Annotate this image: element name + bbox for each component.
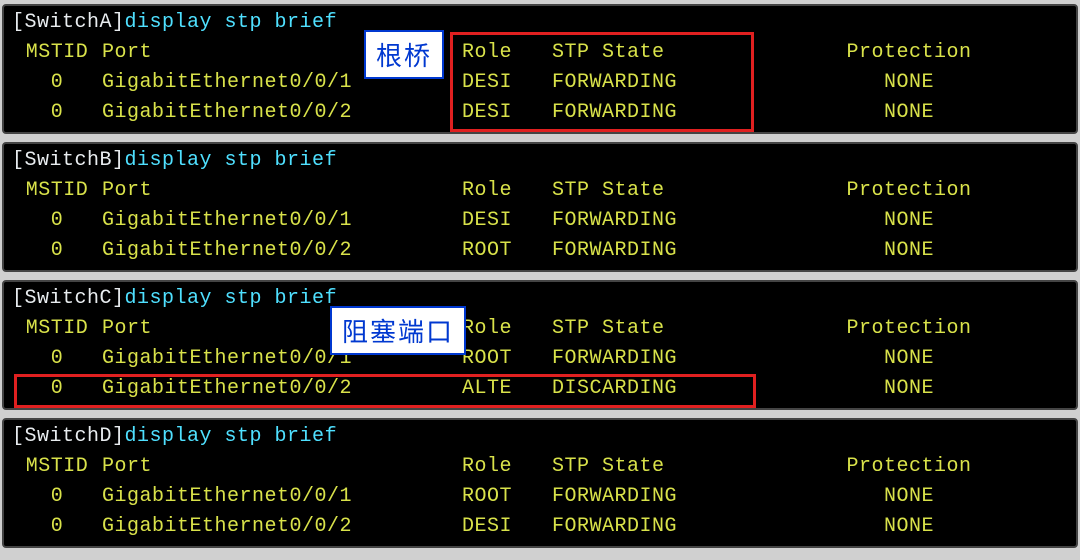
cell-protection: NONE [742, 236, 1076, 266]
cell-protection: NONE [742, 374, 1076, 404]
cell-port: GigabitEthernet0/0/2 [102, 374, 462, 404]
prompt: [SwitchC] [12, 287, 125, 310]
col-mstid: MSTID [12, 452, 102, 482]
command: display stp brief [125, 11, 338, 34]
cell-role: DESI [462, 68, 552, 98]
cell-protection: NONE [742, 68, 1076, 98]
cell-state: FORWARDING [552, 98, 742, 128]
cell-role: ROOT [462, 344, 552, 374]
cell-port: GigabitEthernet0/0/2 [102, 512, 462, 542]
col-stp-state: STP State [552, 176, 742, 206]
command: display stp brief [125, 425, 338, 448]
table-row: 0 GigabitEthernet0/0/2 ROOT FORWARDING N… [4, 236, 1076, 266]
cell-protection: NONE [742, 482, 1076, 512]
col-role: Role [462, 176, 552, 206]
cell-port: GigabitEthernet0/0/2 [102, 236, 462, 266]
table-row: 0 GigabitEthernet0/0/1 DESI FORWARDING N… [4, 68, 1076, 98]
table-row: 0 GigabitEthernet0/0/2 ALTE DISCARDING N… [4, 374, 1076, 404]
cell-mstid: 0 [12, 206, 102, 236]
col-role: Role [462, 38, 552, 68]
panel-switch-a: [SwitchA]display stp brief MSTID Port Ro… [2, 4, 1078, 134]
cell-mstid: 0 [12, 482, 102, 512]
col-protection: Protection [742, 452, 1076, 482]
prompt: [SwitchB] [12, 149, 125, 172]
col-protection: Protection [742, 38, 1076, 68]
panel-switch-c: [SwitchC]display stp brief MSTID Port Ro… [2, 280, 1078, 410]
command: display stp brief [125, 287, 338, 310]
cell-state: FORWARDING [552, 482, 742, 512]
cell-state: FORWARDING [552, 206, 742, 236]
cmd-line: [SwitchA]display stp brief [4, 8, 1076, 38]
cell-port: GigabitEthernet0/0/1 [102, 206, 462, 236]
col-stp-state: STP State [552, 314, 742, 344]
col-mstid: MSTID [12, 38, 102, 68]
cell-state: FORWARDING [552, 344, 742, 374]
table-header: MSTID Port Role STP State Protection [4, 452, 1076, 482]
command: display stp brief [125, 149, 338, 172]
col-protection: Protection [742, 176, 1076, 206]
table-row: 0 GigabitEthernet0/0/1 ROOT FORWARDING N… [4, 344, 1076, 374]
col-role: Role [462, 314, 552, 344]
col-stp-state: STP State [552, 38, 742, 68]
cell-mstid: 0 [12, 374, 102, 404]
callout-blocked-port: 阻塞端口 [330, 306, 466, 355]
table-header: MSTID Port Role STP State Protection [4, 314, 1076, 344]
cell-role: ALTE [462, 374, 552, 404]
cell-state: DISCARDING [552, 374, 742, 404]
panel-switch-b: [SwitchB]display stp brief MSTID Port Ro… [2, 142, 1078, 272]
col-port: Port [102, 452, 462, 482]
prompt: [SwitchD] [12, 425, 125, 448]
panel-switch-d: [SwitchD]display stp brief MSTID Port Ro… [2, 418, 1078, 548]
callout-root-bridge: 根桥 [364, 30, 444, 79]
col-mstid: MSTID [12, 314, 102, 344]
cell-state: FORWARDING [552, 236, 742, 266]
cell-mstid: 0 [12, 512, 102, 542]
table-row: 0 GigabitEthernet0/0/1 ROOT FORWARDING N… [4, 482, 1076, 512]
cell-state: FORWARDING [552, 68, 742, 98]
col-stp-state: STP State [552, 452, 742, 482]
cell-protection: NONE [742, 206, 1076, 236]
cell-port: GigabitEthernet0/0/2 [102, 98, 462, 128]
table-row: 0 GigabitEthernet0/0/2 DESI FORWARDING N… [4, 98, 1076, 128]
cell-mstid: 0 [12, 68, 102, 98]
col-port: Port [102, 176, 462, 206]
col-protection: Protection [742, 314, 1076, 344]
cmd-line: [SwitchB]display stp brief [4, 146, 1076, 176]
table-row: 0 GigabitEthernet0/0/2 DESI FORWARDING N… [4, 512, 1076, 542]
cell-state: FORWARDING [552, 512, 742, 542]
cell-role: ROOT [462, 482, 552, 512]
terminal-screenshot: [SwitchA]display stp brief MSTID Port Ro… [0, 0, 1080, 560]
cell-role: ROOT [462, 236, 552, 266]
cell-port: GigabitEthernet0/0/1 [102, 482, 462, 512]
cell-mstid: 0 [12, 236, 102, 266]
table-row: 0 GigabitEthernet0/0/1 DESI FORWARDING N… [4, 206, 1076, 236]
cmd-line: [SwitchD]display stp brief [4, 422, 1076, 452]
table-header: MSTID Port Role STP State Protection [4, 38, 1076, 68]
col-mstid: MSTID [12, 176, 102, 206]
cell-role: DESI [462, 206, 552, 236]
prompt: [SwitchA] [12, 11, 125, 34]
col-role: Role [462, 452, 552, 482]
cell-protection: NONE [742, 512, 1076, 542]
cell-role: DESI [462, 512, 552, 542]
cell-mstid: 0 [12, 98, 102, 128]
cell-protection: NONE [742, 344, 1076, 374]
cmd-line: [SwitchC]display stp brief [4, 284, 1076, 314]
table-header: MSTID Port Role STP State Protection [4, 176, 1076, 206]
cell-role: DESI [462, 98, 552, 128]
cell-protection: NONE [742, 98, 1076, 128]
cell-mstid: 0 [12, 344, 102, 374]
